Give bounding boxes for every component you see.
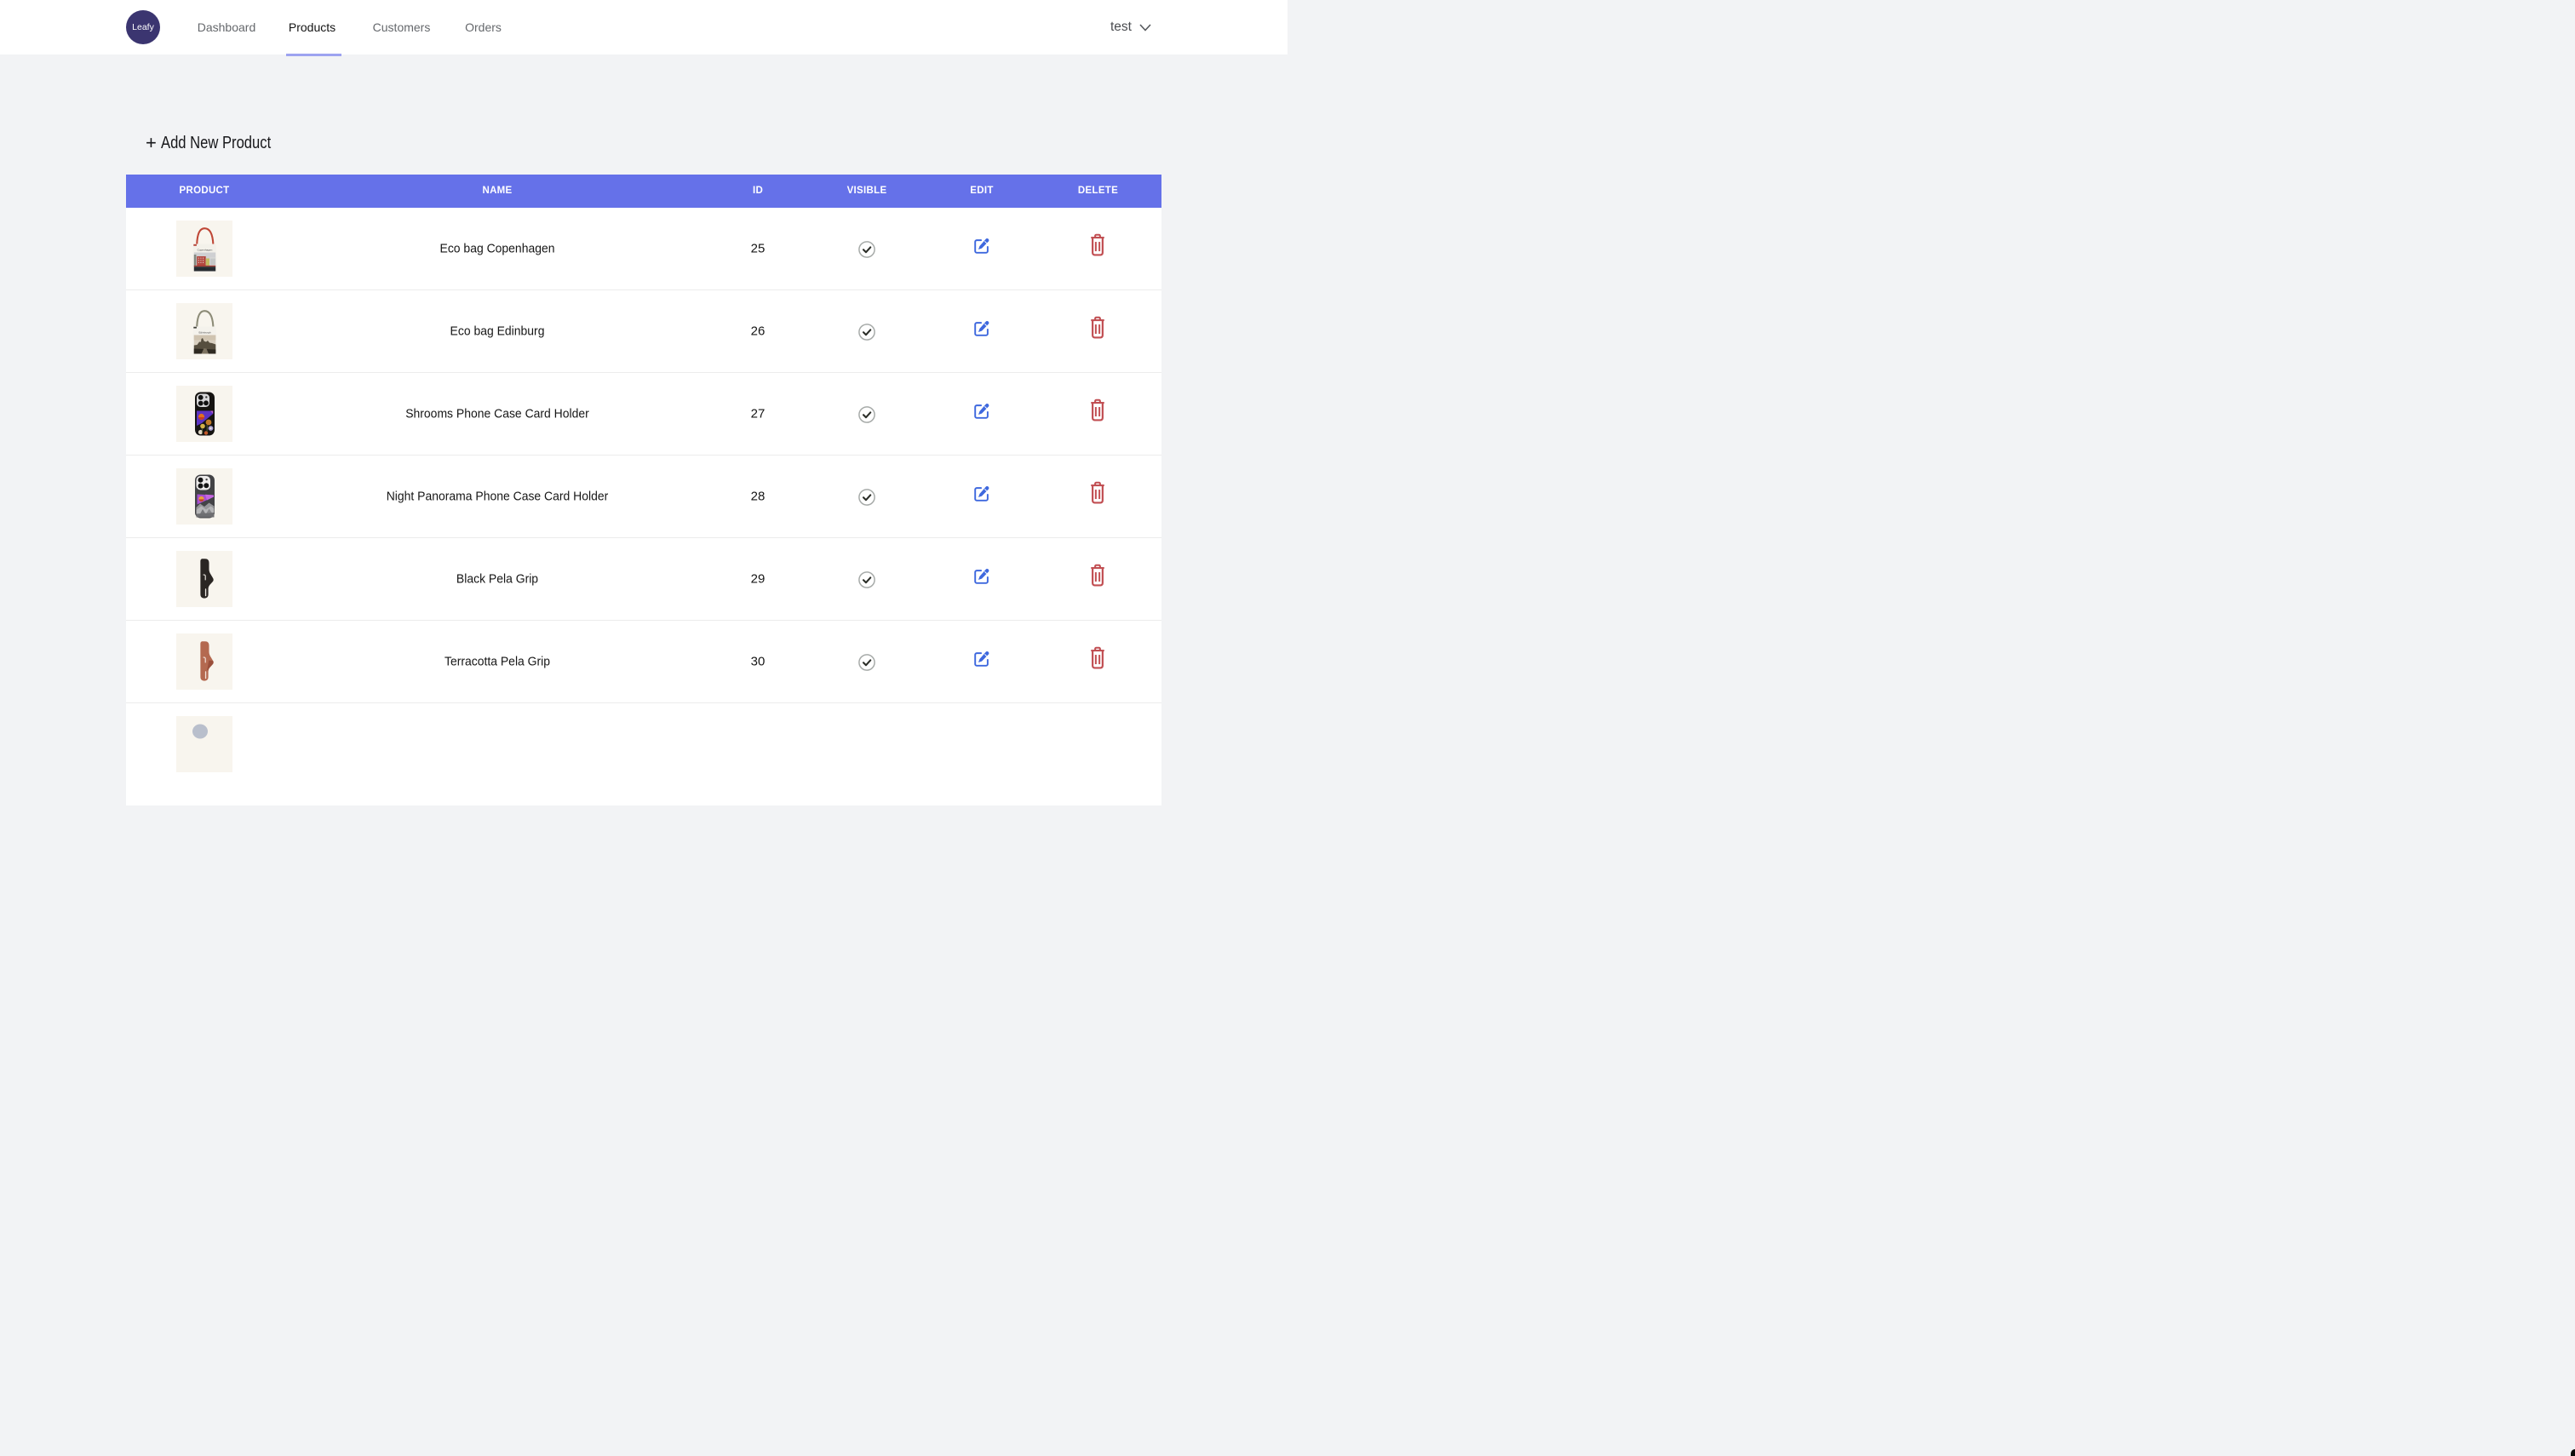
svg-text:Edinburgh: Edinburgh [198,331,210,335]
svg-text:Copenhagen: Copenhagen [198,249,213,252]
